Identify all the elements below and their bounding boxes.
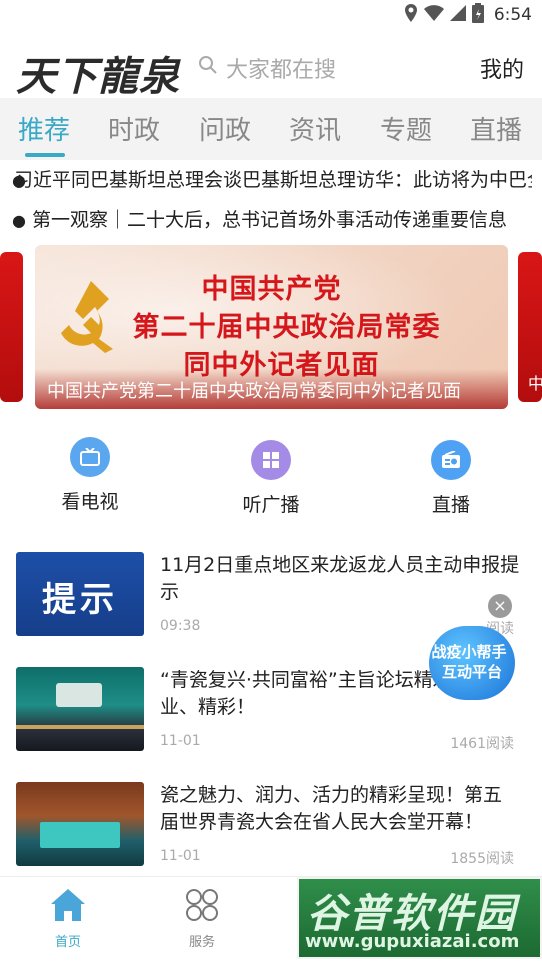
tab-inquiry[interactable]: 问政 <box>199 110 251 147</box>
status-bar: 6:54 <box>0 0 542 30</box>
thumb-text: 提示 <box>42 580 118 620</box>
listen-radio-label: 听广播 <box>242 494 300 516</box>
epidemic-helper-badge[interactable]: 战疫小帮手 互动平台 <box>429 626 515 700</box>
banner-title-line: 第二十届中央政治局常委 <box>132 312 441 343</box>
signal-icon <box>449 5 466 25</box>
close-float-button[interactable]: × <box>488 594 512 618</box>
live-entry[interactable]: 直播 <box>401 440 501 517</box>
mine-button[interactable]: 我的 <box>480 52 524 84</box>
stage-screen <box>56 683 102 707</box>
news-thumbnail <box>16 667 144 751</box>
news-date: 11-01 <box>160 848 201 864</box>
site-watermark: 谷普软件园 www.gupuxiazai.com <box>297 877 542 959</box>
tv-icon <box>70 437 110 477</box>
watermark-url: www.gupuxiazai.com <box>305 931 520 952</box>
location-icon <box>404 4 418 26</box>
nav-home-label: 首页 <box>54 935 81 950</box>
news-title: 瓷之魅力、润力、活力的精彩呈现！第五届世界青瓷大会在省人民大会堂开幕！ <box>160 784 503 833</box>
active-tab-indicator <box>25 153 65 157</box>
stage-edge <box>16 725 144 729</box>
news-title: 11月2日重点地区来龙返龙人员主动申报提示 <box>160 554 520 603</box>
battery-icon <box>471 3 484 27</box>
grid-icon <box>251 440 291 480</box>
helper-line-2: 互动平台 <box>441 663 502 681</box>
headline-text: 第一观察｜二十大后，总书记首场外事活动传递重要信息 <box>31 209 507 231</box>
tab-topics[interactable]: 专题 <box>380 110 432 147</box>
news-date: 11-01 <box>160 733 201 749</box>
headline-item[interactable]: ●习近平同巴基斯坦总理会谈巴基斯坦总理访华：此访将为中巴全天候战略合作伙伴关 <box>12 165 532 192</box>
live-label: 直播 <box>431 494 470 516</box>
news-item[interactable]: 瓷之魅力、润力、活力的精彩呈现！第五届世界青瓷大会在省人民大会堂开幕！ 11-0… <box>16 782 516 868</box>
nav-home[interactable]: 首页 <box>28 887 108 950</box>
app-screen: 6:54 天下龍泉 大家都在搜 我的 推荐 时政 问政 资讯 专题 直播 ●习近… <box>0 0 542 962</box>
nav-services-label: 服务 <box>188 935 215 950</box>
home-icon <box>28 887 108 927</box>
banner-next-peek[interactable]: 中 <box>518 252 542 402</box>
search-placeholder[interactable]: 大家都在搜 <box>226 52 336 84</box>
banner-next-caption: 中 <box>528 374 542 393</box>
tab-news[interactable]: 资讯 <box>289 110 341 147</box>
headline-item[interactable]: ● 第一观察｜二十大后，总书记首场外事活动传递重要信息 <box>12 205 532 232</box>
app-header: 天下龍泉 大家都在搜 我的 <box>0 40 542 100</box>
headline-text: 习近平同巴基斯坦总理会谈巴基斯坦总理访华：此访将为中巴全天候战略合作伙伴关 <box>13 169 532 191</box>
news-reads: 1855阅读 <box>450 851 514 867</box>
search-box[interactable]: 大家都在搜 <box>198 52 336 84</box>
banner-carousel[interactable]: 中国共产党 第二十届中央政治局常委 同中外记者见面 中国共产党第二十届中央政治局… <box>35 245 508 409</box>
watch-tv-entry[interactable]: 看电视 <box>40 437 140 514</box>
bullet-icon: ● <box>12 211 26 230</box>
banner-caption: 中国共产党第二十届中央政治局常委同中外记者见面 <box>35 369 508 409</box>
banner-prev-peek[interactable] <box>0 252 23 402</box>
news-item[interactable]: 提示 11月2日重点地区来龙返龙人员主动申报提示 09:38 阅读 <box>16 552 519 638</box>
status-time: 6:54 <box>493 5 532 25</box>
helper-line-1: 战疫小帮手 <box>431 643 507 661</box>
listen-radio-entry[interactable]: 听广播 <box>221 440 321 517</box>
news-reads: 1461阅读 <box>450 736 514 752</box>
stage-screen <box>40 822 120 848</box>
tab-live[interactable]: 直播 <box>470 110 522 147</box>
news-thumbnail <box>16 782 144 866</box>
nav-services[interactable]: 服务 <box>162 887 242 950</box>
watch-tv-label: 看电视 <box>61 491 119 513</box>
news-date: 09:38 <box>160 618 201 634</box>
wifi-icon <box>423 5 444 25</box>
app-logo[interactable]: 天下龍泉 <box>16 44 180 102</box>
services-icon <box>162 887 242 927</box>
tab-recommend[interactable]: 推荐 <box>18 110 70 147</box>
news-thumbnail: 提示 <box>16 552 144 636</box>
tab-politics[interactable]: 时政 <box>108 110 160 147</box>
banner-title-line: 中国共产党 <box>201 274 342 305</box>
search-icon <box>198 55 218 81</box>
channel-tabs: 推荐 时政 问政 资讯 专题 直播 <box>0 98 542 160</box>
radio-icon <box>431 440 471 480</box>
